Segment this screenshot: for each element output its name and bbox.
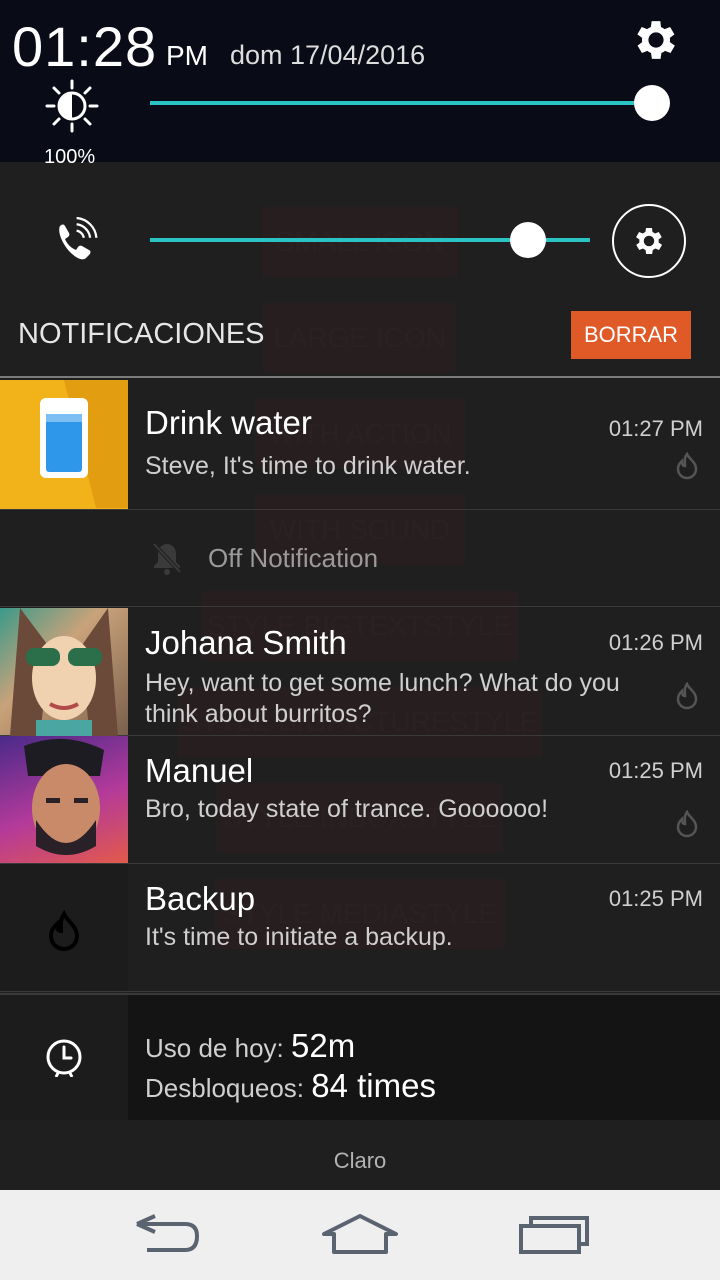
notifications-header: NOTIFICACIONES (18, 318, 265, 350)
brightness-slider-track[interactable] (150, 101, 652, 105)
usage-today: Uso de hoy: 52m (145, 1027, 355, 1065)
clock-ampm: PM (166, 40, 208, 71)
usage-today-value: 52m (290, 1027, 356, 1064)
date-label: dom 17/04/2016 (230, 40, 426, 70)
notification-manuel[interactable]: Manuel Bro, today state of trance. Goooo… (0, 736, 720, 864)
usage-notification[interactable]: Uso de hoy: 52m Desbloqueos: 84 times (0, 993, 720, 1120)
header-divider (0, 376, 720, 378)
usage-unlocks: Desbloqueos: 84 times (145, 1067, 436, 1105)
notification-drink-water[interactable]: Drink water Steve, It's time to drink wa… (0, 380, 720, 510)
notification-text: Steve, It's time to drink water. (145, 452, 471, 480)
settings-gear-icon (636, 227, 663, 255)
notification-title: Backup (145, 880, 256, 917)
ringer-volume-icon (59, 216, 98, 260)
usage-icon-area (0, 995, 128, 1120)
brightness-percent: 100% (44, 146, 96, 168)
alarm-clock-icon (46, 1039, 82, 1077)
flame-icon (48, 909, 80, 951)
notification-text: It's time to initiate a backup. (145, 923, 453, 951)
home-icon[interactable] (320, 1210, 400, 1260)
notifications-off-bell-icon (152, 542, 182, 575)
navigation-bar (0, 1190, 720, 1280)
clock-time: 01:28 (12, 15, 158, 78)
notification-title: Drink water (145, 404, 312, 441)
notification-time: 01:25 PM (608, 758, 703, 783)
notification-time: 01:27 PM (608, 416, 703, 441)
notification-time: 01:25 PM (608, 886, 703, 911)
flame-icon (676, 810, 698, 838)
usage-unlocks-label: Desbloqueos: (145, 1073, 304, 1103)
clear-all-button[interactable]: BORRAR (571, 311, 691, 359)
flame-icon (676, 452, 698, 480)
contact-avatar (0, 608, 128, 736)
contact-avatar (0, 736, 128, 863)
water-glass-icon (0, 380, 128, 509)
back-icon[interactable] (125, 1210, 205, 1260)
notification-johana-smith[interactable]: Johana Smith Hey, want to get some lunch… (0, 608, 720, 736)
off-notification-label: Off Notification (208, 543, 379, 573)
off-notification-row[interactable]: Off Notification (0, 510, 720, 607)
notification-title: Manuel (145, 752, 254, 789)
brightness-slider-thumb[interactable] (634, 85, 670, 121)
flame-icon (676, 682, 698, 710)
notification-text: Bro, today state of trance. Goooooo! (145, 795, 549, 823)
usage-unlocks-value: 84 times (311, 1067, 436, 1104)
notification-text: Hey, want to get some lunch? What do you… (145, 669, 620, 728)
settings-gear-icon[interactable] (630, 14, 682, 66)
sound-settings-button[interactable] (612, 204, 686, 278)
app-icon (0, 864, 128, 991)
recent-apps-icon[interactable] (515, 1210, 595, 1260)
notification-title: Johana Smith (145, 624, 347, 661)
usage-today-label: Uso de hoy: (145, 1033, 284, 1063)
notification-backup[interactable]: Backup It's time to initiate a backup. 0… (0, 864, 720, 992)
brightness-icon (45, 79, 99, 133)
notification-time: 01:26 PM (608, 630, 703, 655)
carrier-label: Claro (333, 1148, 387, 1173)
